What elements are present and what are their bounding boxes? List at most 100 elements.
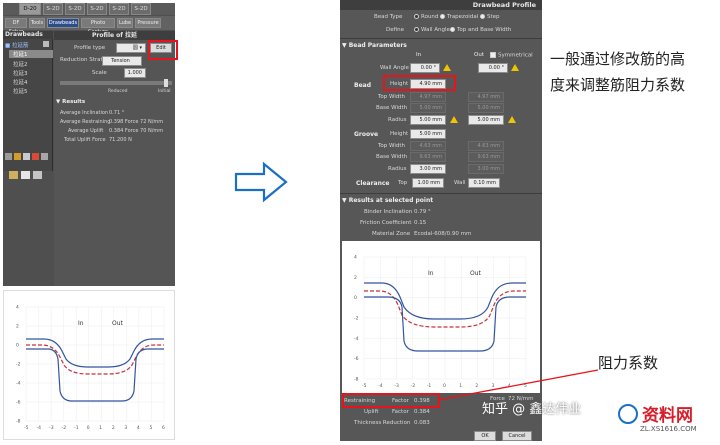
radius-out[interactable]: 5.00 mm — [468, 115, 504, 125]
result-label: Average Inclination — [60, 110, 109, 116]
tool-pressure[interactable]: Pressure — [135, 18, 161, 28]
uplift-factor-label: Factor — [392, 409, 409, 415]
dialog-title: Drawbead Profile — [340, 0, 542, 10]
add-icon[interactable] — [5, 153, 12, 160]
copy-icon[interactable] — [14, 153, 21, 160]
list-item[interactable]: 拉延5 — [13, 87, 28, 95]
clearance-wall-input[interactable]: 0.10 mm — [468, 178, 500, 188]
view-icon[interactable] — [9, 171, 18, 179]
list-item[interactable]: 拉延2 — [13, 60, 28, 68]
bead-type-trapezoidal[interactable]: Trapezoidal — [440, 14, 478, 20]
symmetrical-checkbox[interactable]: Symmetrical — [490, 52, 533, 59]
x-tick-label: -5 — [24, 425, 29, 431]
ok-button[interactable]: OK — [474, 431, 496, 441]
delete-icon[interactable] — [32, 153, 39, 160]
result-value: 0.71 ° — [109, 110, 125, 116]
base-width-in[interactable]: 5.00 mm — [410, 103, 446, 113]
tab-3[interactable]: S-2D — [65, 3, 85, 15]
top-width-out[interactable]: 4.97 mm — [468, 92, 504, 102]
wall-angle-in[interactable]: 0.00 ° — [410, 63, 440, 73]
clearance-label: Clearance — [356, 180, 390, 187]
col-in-label: In — [416, 52, 422, 58]
left-chart-yticks: 4 2 0 -2 -4 -6 -8 — [16, 305, 21, 425]
site-logo-text: 资料网 — [642, 406, 693, 426]
tool-tools[interactable]: Tools — [29, 18, 45, 28]
bead-params-title: ▼ Bead Parameters — [342, 42, 407, 49]
uplift-factor-value: 0.384 — [414, 409, 430, 415]
profile-title: Profile of 拉延 — [54, 31, 175, 40]
list-item[interactable]: 拉延4 — [13, 78, 28, 86]
list-delete-icon[interactable] — [43, 41, 49, 47]
y-tick-label: 2 — [16, 324, 19, 330]
tab-4[interactable]: S-2D — [87, 3, 107, 15]
list-title: Drawbeads — [3, 31, 53, 39]
result-value: 0.398 Force 72 N/mm — [109, 119, 164, 125]
tab-5[interactable]: S-2D — [109, 3, 129, 15]
base-width-label: Base Width — [376, 105, 408, 111]
scale-input[interactable]: 1.000 — [124, 68, 146, 78]
result-label: Average Uplift — [68, 128, 104, 134]
radius-in[interactable]: 5.00 mm — [410, 115, 446, 125]
warning-icon — [508, 116, 516, 123]
x-tick-label: -4 — [378, 383, 383, 389]
y-tick-label: 4 — [354, 255, 357, 261]
tool-drawbeads[interactable]: Drawbeads — [47, 18, 79, 28]
cancel-button[interactable]: Cancel — [502, 431, 532, 441]
note-height-line2: 度来调整筋阻力系数 — [550, 76, 686, 94]
layer-icon[interactable] — [33, 171, 42, 179]
bead-type-label: Bead Type — [374, 14, 403, 20]
list-root[interactable]: ■ 拉延筋 — [5, 41, 28, 49]
wall-angle-out[interactable]: 0.00 ° — [478, 63, 508, 73]
scale-label: Scale — [92, 70, 107, 76]
scale-slider-handle[interactable] — [164, 79, 168, 87]
x-tick-label: -1 — [74, 425, 79, 431]
groove-base-width-out[interactable]: 9.63 mm — [468, 152, 504, 162]
bead-type-round[interactable]: Round — [414, 14, 438, 20]
base-width-out[interactable]: 5.00 mm — [468, 103, 504, 113]
left-profile-chart: In Out 4 2 0 -2 -4 -6 -8 -5 -4 -3 -2 -1 0 1 2 3 4 5 6 — [3, 290, 175, 440]
friction-value: 0.15 — [414, 220, 427, 226]
list-item[interactable]: 拉延1 — [9, 50, 53, 58]
tool-lube[interactable]: Lube — [117, 18, 133, 28]
groove-base-width-in[interactable]: 9.63 mm — [410, 152, 446, 162]
reduction-select[interactable]: Tension — [102, 56, 142, 66]
tool-df-setup[interactable]: DF Setup — [5, 18, 27, 35]
groove-radius-in[interactable]: 3.00 mm — [410, 164, 446, 174]
material-label: Material Zone — [372, 231, 411, 237]
y-tick-label: 4 — [16, 305, 19, 311]
list-item[interactable]: 拉延3 — [13, 69, 28, 77]
tab-2[interactable]: S-2D — [43, 3, 63, 15]
site-logo-icon — [618, 404, 638, 424]
radius-label: Radius — [388, 117, 407, 123]
scale-slider[interactable] — [60, 81, 172, 85]
y-tick-label: -6 — [354, 356, 359, 362]
tool-photo[interactable]: Photo Capture — [81, 18, 115, 35]
result-value: 0.384 Force 70 N/mm — [109, 128, 164, 134]
x-tick-label: 3 — [124, 425, 127, 431]
groove-height-in[interactable]: 5.00 mm — [410, 129, 446, 139]
y-tick-label: 2 — [354, 275, 357, 281]
divider — [340, 38, 542, 39]
x-tick-label: -2 — [411, 383, 416, 389]
groove-radius-label: Radius — [388, 166, 407, 172]
warning-icon — [511, 64, 519, 71]
edit-icon[interactable] — [23, 153, 30, 160]
settings-icon[interactable] — [41, 153, 48, 160]
clearance-top-input[interactable]: 1.00 mm — [412, 178, 444, 188]
tab-6[interactable]: S-2D — [131, 3, 151, 15]
define-wall-angle[interactable]: Wall Angle — [414, 27, 450, 33]
bead-type-step[interactable]: Step — [480, 14, 500, 20]
groove-radius-out[interactable]: 3.00 mm — [468, 164, 504, 174]
y-tick-label: -2 — [354, 316, 359, 322]
right-chart-in-label: In — [428, 270, 434, 277]
groove-top-width-in[interactable]: 4.63 mm — [410, 141, 446, 151]
groove-top-width-label: Top Width — [378, 143, 406, 149]
profile-type-select[interactable]: 圆 ▾ — [116, 43, 146, 53]
tab-active[interactable]: D-20 — [19, 3, 41, 15]
define-top-base[interactable]: Top and Base Width — [450, 27, 511, 33]
x-tick-label: 5 — [149, 425, 152, 431]
groove-top-width-out[interactable]: 4.63 mm — [468, 141, 504, 151]
top-width-in[interactable]: 4.97 mm — [410, 92, 446, 102]
groove-height-label: Height — [390, 131, 409, 137]
camera-icon[interactable] — [21, 171, 30, 179]
